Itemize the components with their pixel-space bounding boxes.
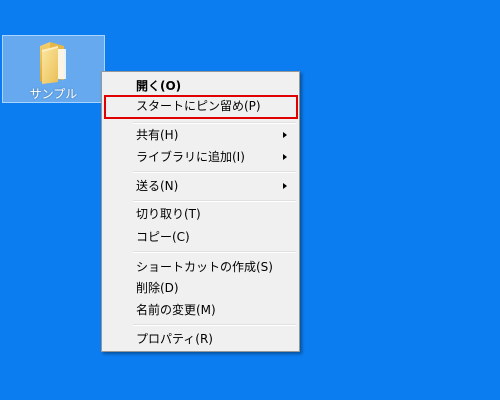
menu-separator xyxy=(133,251,296,253)
menu-item-label: 削除(D) xyxy=(136,281,179,295)
menu-item-delete[interactable]: 削除(D) xyxy=(104,277,297,299)
context-menu: 開く(O) スタートにピン留め(P) 共有(H) ライブラリに追加(I) 送る(… xyxy=(101,71,300,352)
menu-item-open[interactable]: 開く(O) xyxy=(104,75,297,97)
submenu-arrow-icon xyxy=(283,132,287,138)
menu-separator xyxy=(133,324,296,326)
menu-item-pin-to-start[interactable]: スタートにピン留め(P) xyxy=(104,95,298,119)
menu-item-label: スタートにピン留め(P) xyxy=(136,99,261,113)
menu-item-label: 開く(O) xyxy=(136,79,182,93)
menu-item-label: 切り取り(T) xyxy=(136,207,201,221)
folder-icon xyxy=(40,42,66,84)
menu-item-label: 送る(N) xyxy=(136,179,179,193)
menu-item-copy[interactable]: コピー(C) xyxy=(104,226,297,248)
menu-item-label: ライブラリに追加(I) xyxy=(136,150,245,164)
menu-item-label: プロパティ(R) xyxy=(136,332,213,346)
submenu-arrow-icon xyxy=(283,154,287,160)
submenu-arrow-icon xyxy=(283,183,287,189)
menu-item-cut[interactable]: 切り取り(T) xyxy=(104,203,297,225)
desktop[interactable]: サンプル 開く(O) スタートにピン留め(P) 共有(H) ライブラリに追加(I… xyxy=(0,0,500,400)
desktop-icon-sample-folder[interactable]: サンプル xyxy=(2,35,105,103)
menu-item-label: 共有(H) xyxy=(136,128,179,142)
menu-item-properties[interactable]: プロパティ(R) xyxy=(104,328,297,350)
menu-separator xyxy=(133,171,296,173)
menu-item-send-to[interactable]: 送る(N) xyxy=(104,175,297,197)
menu-item-label: ショートカットの作成(S) xyxy=(136,260,273,274)
desktop-icon-label: サンプル xyxy=(29,87,78,101)
menu-item-add-to-library[interactable]: ライブラリに追加(I) xyxy=(104,146,297,168)
menu-item-label: コピー(C) xyxy=(136,230,190,244)
menu-item-rename[interactable]: 名前の変更(M) xyxy=(104,299,297,321)
menu-item-label: 名前の変更(M) xyxy=(136,303,216,317)
menu-item-share[interactable]: 共有(H) xyxy=(104,124,297,146)
menu-separator xyxy=(133,200,296,202)
menu-item-create-shortcut[interactable]: ショートカットの作成(S) xyxy=(104,256,297,278)
